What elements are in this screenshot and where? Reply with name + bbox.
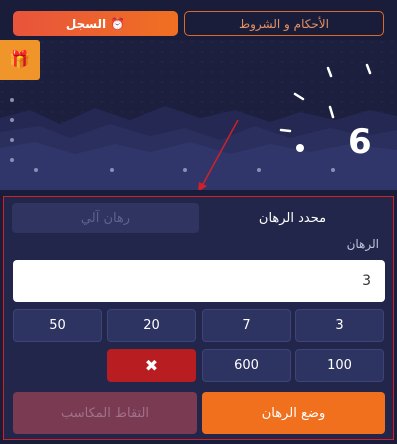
game-area: 🎁 6: [0, 40, 397, 190]
tab-manual-bet[interactable]: محدد الرهان: [199, 203, 386, 233]
terms-button[interactable]: الأحكام و الشروط: [184, 11, 384, 36]
terms-label: الأحكام و الشروط: [239, 16, 329, 31]
close-icon: ✖: [144, 356, 159, 375]
history-label: السجل: [65, 16, 107, 31]
tab-auto-bet[interactable]: رهان آلي: [12, 203, 199, 233]
chip-button[interactable]: 100: [295, 349, 384, 382]
chip-button[interactable]: 600: [202, 349, 291, 382]
x-axis-dot: [34, 168, 38, 172]
y-axis-dot: [10, 98, 14, 102]
chip-button[interactable]: 20: [107, 309, 196, 342]
alarm-clock-icon: ⏰: [110, 16, 126, 31]
x-axis-dot: [183, 168, 187, 172]
bet-mode-tabs: رهان آلي محدد الرهان: [12, 203, 386, 233]
gift-button[interactable]: 🎁: [0, 40, 40, 80]
bet-amount-label: الرهان: [346, 237, 379, 251]
cashout-button[interactable]: التقاط المكاسب: [13, 392, 197, 434]
chip-button[interactable]: 3: [295, 309, 384, 342]
countdown-dot: [296, 144, 304, 152]
x-axis-dot: [257, 168, 261, 172]
countdown-tick: [279, 128, 292, 133]
gift-icon: 🎁: [9, 50, 31, 70]
chip-button[interactable]: 50: [13, 309, 102, 342]
game-page: السجل ⏰ الأحكام و الشروط 🎁 6 رهان آلي مح…: [0, 0, 397, 444]
place-bet-button[interactable]: وضع الرهان: [202, 392, 385, 434]
y-axis-dot: [10, 118, 14, 122]
history-button[interactable]: السجل ⏰: [13, 11, 178, 36]
y-axis-dot: [10, 158, 14, 162]
round-counter: 6: [348, 122, 372, 162]
bet-panel: رهان آلي محدد الرهان الرهان 3 7 20 50 10…: [3, 196, 394, 440]
game-background: [0, 40, 397, 190]
x-axis-dot: [110, 168, 114, 172]
bet-amount-input[interactable]: [13, 260, 385, 302]
y-axis-dot: [10, 138, 14, 142]
chip-button[interactable]: 7: [202, 309, 291, 342]
clear-bet-button[interactable]: ✖: [107, 349, 196, 382]
x-axis-dot: [331, 168, 335, 172]
